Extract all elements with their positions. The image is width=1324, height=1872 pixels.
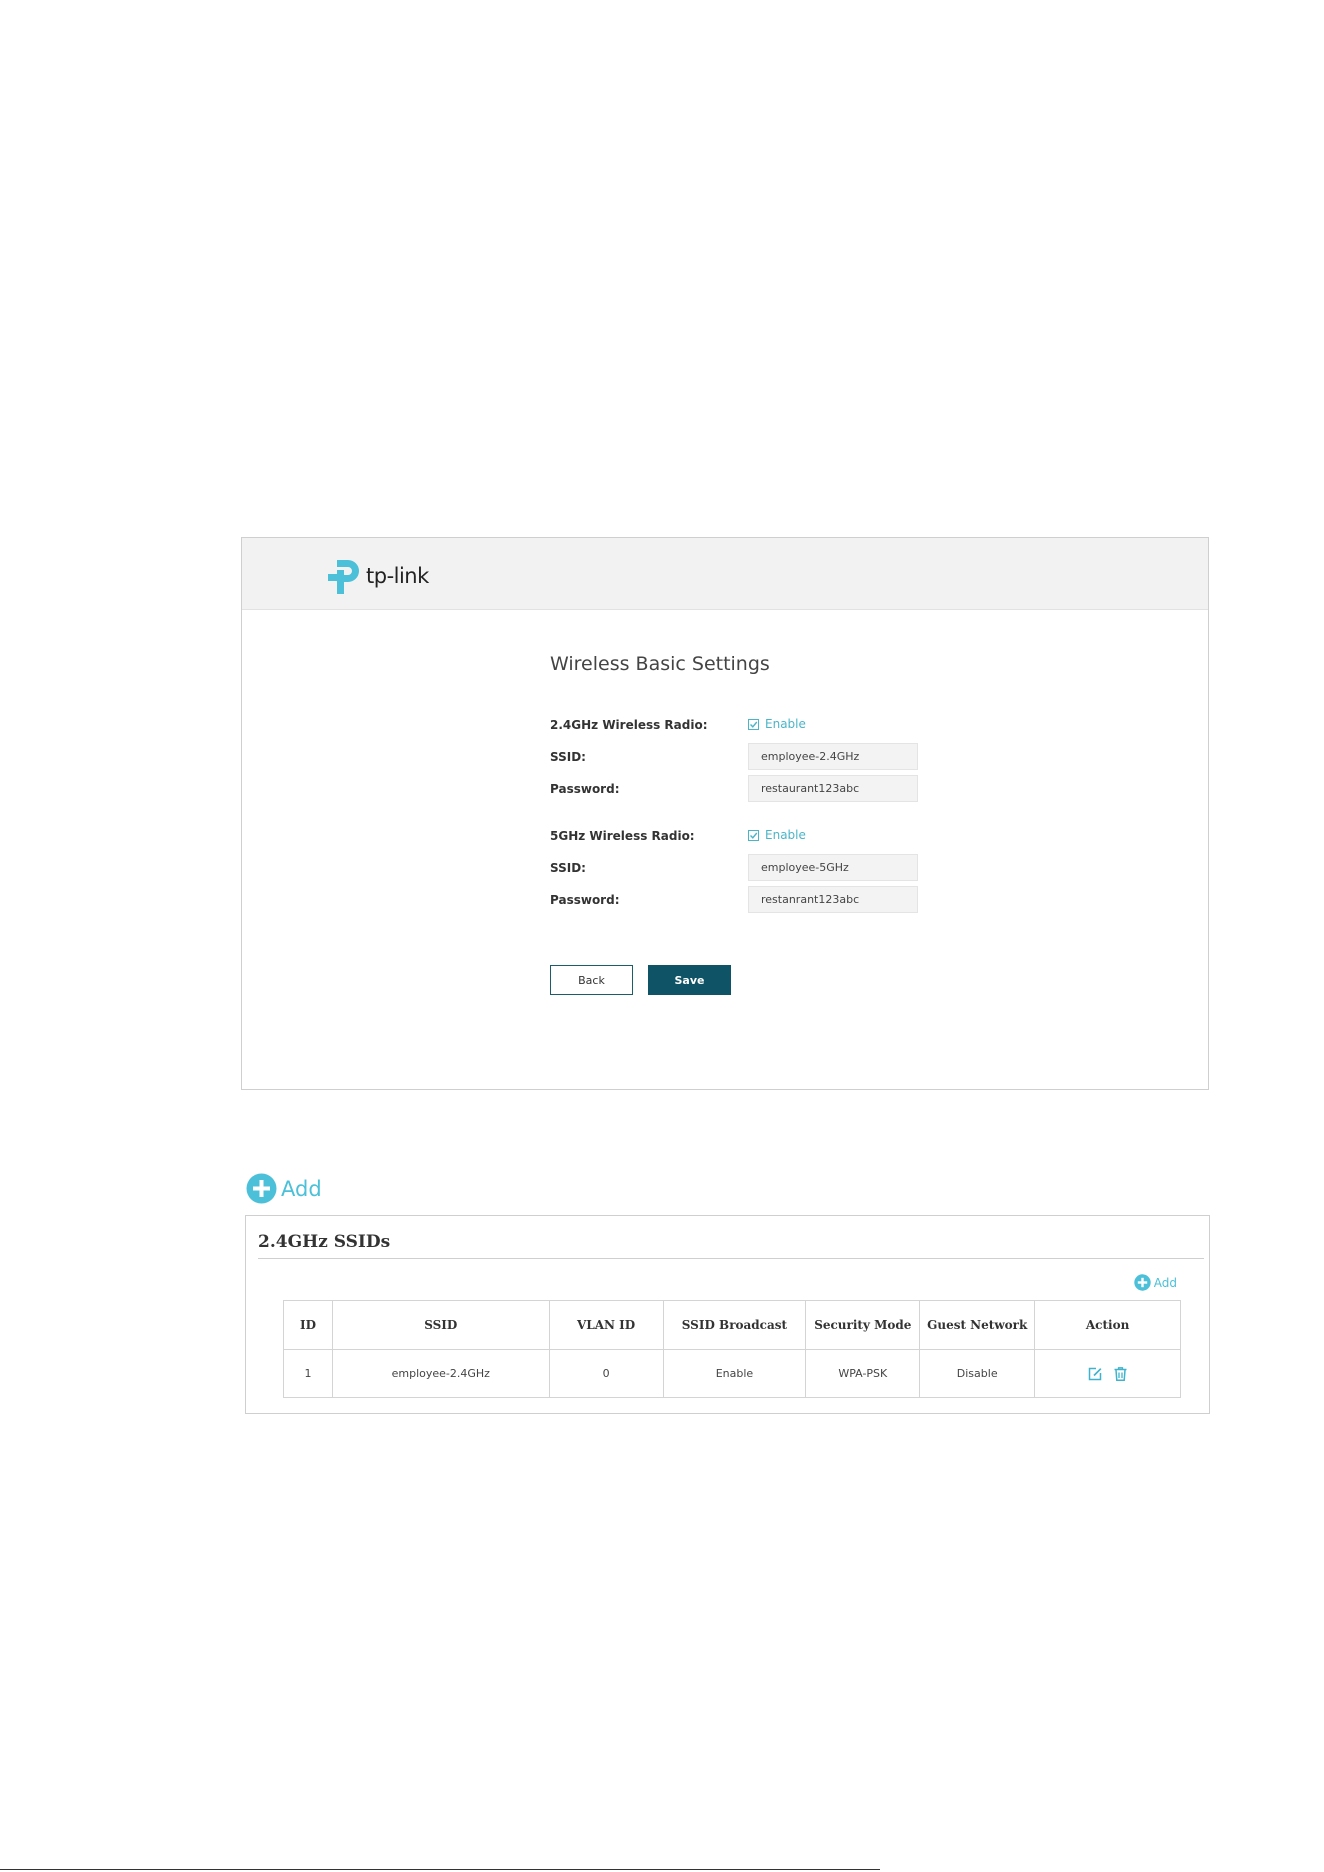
cell-action — [1034, 1349, 1181, 1398]
ssid-24-input[interactable] — [748, 743, 918, 770]
column-header-action: Action — [1034, 1300, 1181, 1350]
cell-id: 1 — [283, 1349, 333, 1398]
cell-ssid-broadcast: Enable — [662, 1349, 807, 1398]
trash-icon[interactable] — [1113, 1366, 1128, 1382]
radio-5-enable-label: Enable — [765, 828, 806, 842]
tp-link-logo-icon — [328, 560, 359, 594]
password-5-label: Password: — [550, 893, 620, 907]
password-24-row: Password: — [550, 775, 1050, 803]
ssid-table: ID SSID VLAN ID SSID Broadcast Security … — [283, 1300, 1181, 1398]
radio-24-enable-checkbox[interactable]: Enable — [748, 717, 806, 731]
edit-icon[interactable] — [1087, 1366, 1103, 1382]
ssid-5-label: SSID: — [550, 861, 586, 875]
password-5-input[interactable] — [748, 886, 918, 913]
add-circle-icon — [1134, 1274, 1151, 1291]
radio-24-label: 2.4GHz Wireless Radio: — [550, 718, 708, 732]
column-header-ssid-broadcast: SSID Broadcast — [662, 1300, 807, 1350]
logo-text: tp-link — [366, 564, 429, 588]
radio-5-row: 5GHz Wireless Radio: Enable — [550, 822, 1050, 850]
wireless-wizard-panel: tp-link Wireless Basic Settings 2.4GHz W… — [241, 537, 1209, 1090]
password-24-input[interactable] — [748, 775, 918, 802]
ssid-24-label: SSID: — [550, 750, 586, 764]
column-header-ssid: SSID — [331, 1300, 550, 1350]
column-header-guest-network: Guest Network — [919, 1300, 1036, 1350]
radio-24-enable-label: Enable — [765, 717, 806, 731]
table-row: 1 employee-2.4GHz 0 Enable WPA-PSK Disab… — [283, 1349, 1181, 1398]
password-24-label: Password: — [550, 782, 620, 796]
ssid-5-input[interactable] — [748, 854, 918, 881]
page-bottom-rule — [0, 1869, 880, 1870]
panel-divider — [258, 1258, 1204, 1259]
page-title: Wireless Basic Settings — [550, 653, 770, 675]
column-header-id: ID — [283, 1300, 333, 1350]
ssid-list-panel: 2.4GHz SSIDs Add ID SSID VLAN ID SSID Br… — [245, 1215, 1210, 1414]
password-5-row: Password: — [550, 886, 1050, 914]
checkbox-checked-icon[interactable] — [748, 829, 759, 841]
button-row: Back Save — [550, 965, 1050, 996]
table-header-row: ID SSID VLAN ID SSID Broadcast Security … — [283, 1300, 1181, 1350]
cell-guest-network: Disable — [919, 1349, 1036, 1398]
table-add-label: Add — [1153, 1275, 1177, 1290]
radio-5-label: 5GHz Wireless Radio: — [550, 829, 695, 843]
table-add-button[interactable]: Add — [1134, 1274, 1177, 1291]
ssid-24-row: SSID: — [550, 743, 1050, 771]
radio-5-enable-checkbox[interactable]: Enable — [748, 828, 806, 842]
wireless-form: Wireless Basic Settings 2.4GHz Wireless … — [550, 653, 1050, 995]
cell-vlan-id: 0 — [548, 1349, 664, 1398]
tp-link-logo: tp-link — [326, 556, 429, 596]
add-circle-icon — [246, 1173, 277, 1204]
add-ssid-button[interactable]: Add — [246, 1173, 322, 1204]
radio-24-row: 2.4GHz Wireless Radio: Enable — [550, 711, 1050, 739]
cell-ssid: employee-2.4GHz — [331, 1349, 550, 1398]
add-ssid-label: Add — [281, 1176, 322, 1201]
ssid-5-row: SSID: — [550, 854, 1050, 882]
header-bar: tp-link — [242, 538, 1208, 610]
checkbox-checked-icon[interactable] — [748, 718, 759, 730]
column-header-vlan-id: VLAN ID — [548, 1300, 664, 1350]
panel-title: 2.4GHz SSIDs — [258, 1232, 391, 1252]
column-header-security-mode: Security Mode — [805, 1300, 921, 1350]
back-button[interactable]: Back — [550, 965, 633, 995]
cell-security-mode: WPA-PSK — [805, 1349, 921, 1398]
save-button[interactable]: Save — [648, 965, 731, 995]
